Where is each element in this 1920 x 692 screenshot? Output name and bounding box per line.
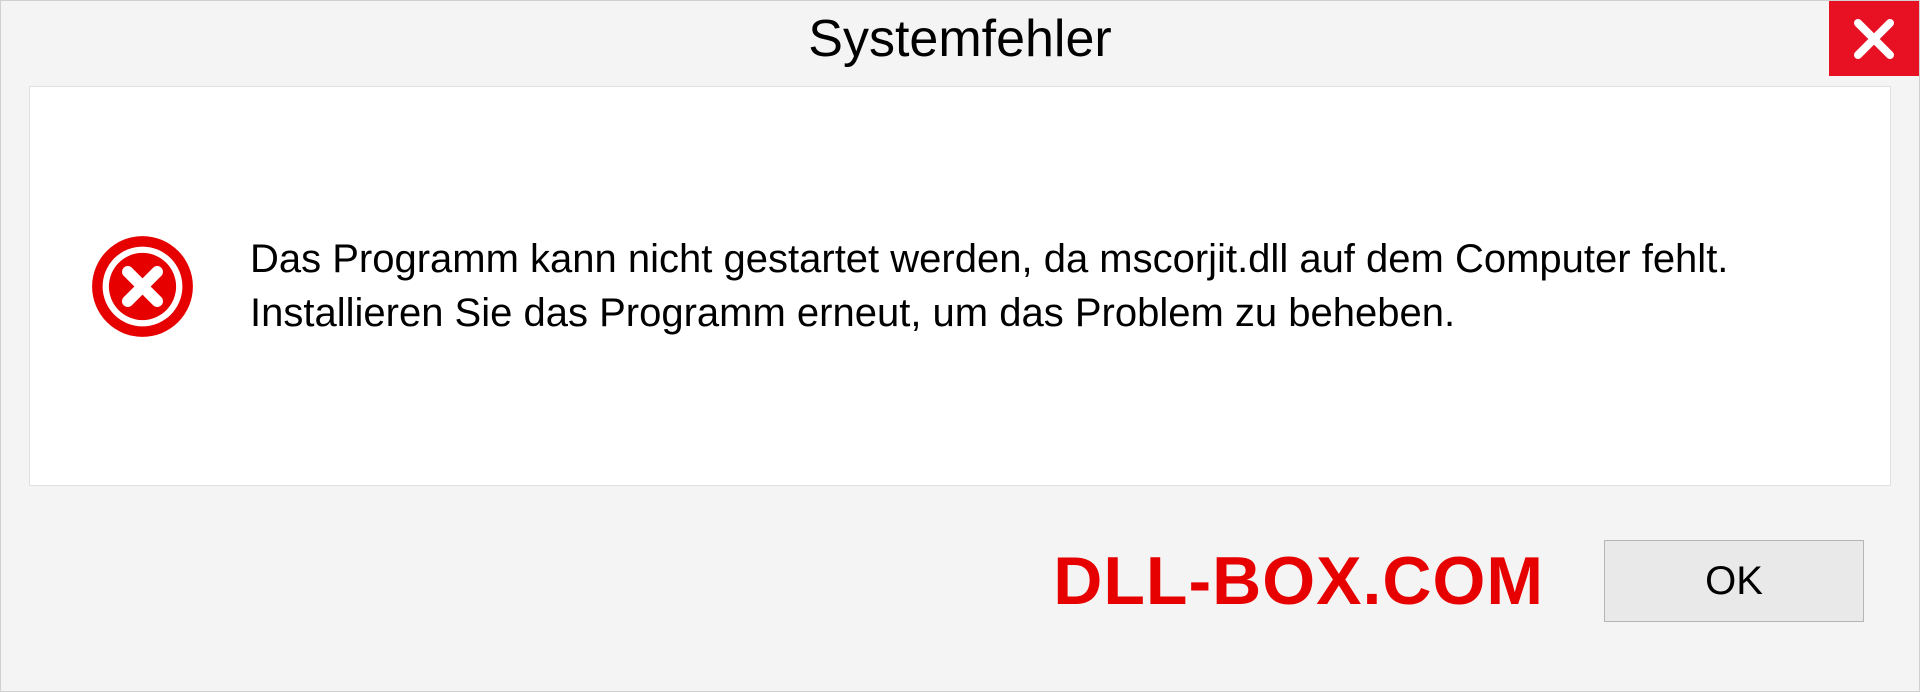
close-icon xyxy=(1850,15,1898,63)
content-panel: Das Programm kann nicht gestartet werden… xyxy=(29,86,1891,486)
error-message: Das Programm kann nicht gestartet werden… xyxy=(250,232,1830,340)
footer-bar: DLL-BOX.COM OK xyxy=(1,501,1919,691)
close-button[interactable] xyxy=(1829,1,1919,76)
dialog-title: Systemfehler xyxy=(808,9,1111,69)
title-bar: Systemfehler xyxy=(1,1,1919,76)
error-icon xyxy=(90,234,195,339)
ok-button[interactable]: OK xyxy=(1604,540,1864,622)
error-dialog: Systemfehler Das Programm kann nicht ges… xyxy=(0,0,1920,692)
watermark-text: DLL-BOX.COM xyxy=(1053,542,1544,620)
